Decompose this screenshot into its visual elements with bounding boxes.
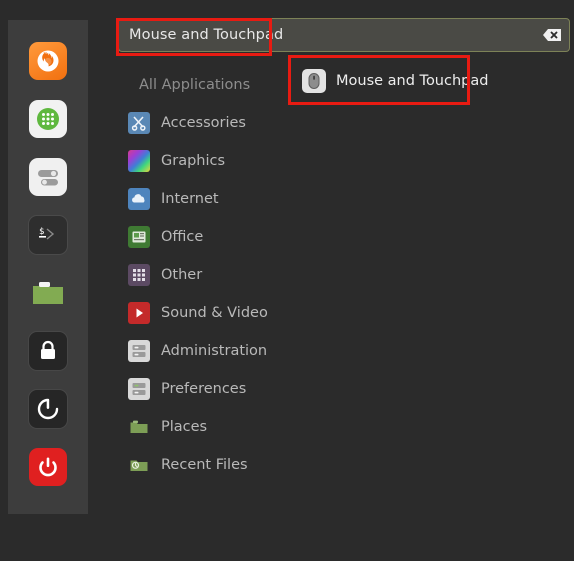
recent-files-icon (128, 454, 150, 476)
mouse-icon (302, 69, 326, 93)
graphics-icon (128, 150, 150, 172)
preferences-icon (128, 378, 150, 400)
favorites-sidebar: $ (8, 20, 88, 514)
lock-icon (28, 331, 68, 371)
category-item-administration[interactable]: Administration (122, 332, 287, 370)
category-label: Internet (161, 191, 219, 207)
category-label: Recent Files (161, 457, 248, 473)
clear-backspace-icon (543, 29, 561, 41)
internet-icon (128, 188, 150, 210)
accessories-icon (128, 112, 150, 134)
firefox-icon (29, 42, 67, 80)
category-list: All Applications Accessories Graphics In… (122, 66, 287, 484)
category-item-office[interactable]: Office (122, 218, 287, 256)
category-item-other[interactable]: Other (122, 256, 287, 294)
result-item-mouse-and-touchpad[interactable]: Mouse and Touchpad (296, 62, 488, 100)
category-label: Accessories (161, 115, 246, 131)
sound-video-icon (128, 302, 150, 324)
category-label: Other (161, 267, 203, 283)
category-label: Graphics (161, 153, 226, 169)
category-label: Administration (161, 343, 268, 359)
other-grid-icon (128, 264, 150, 286)
office-icon (128, 226, 150, 248)
search-input[interactable]: Mouse and Touchpad (119, 27, 535, 43)
result-label: Mouse and Touchpad (336, 73, 489, 89)
app-grid-icon (29, 100, 67, 138)
sidebar-item-firefox[interactable] (25, 38, 71, 84)
category-label: Places (161, 419, 208, 435)
category-item-sound-video[interactable]: Sound & Video (122, 294, 287, 332)
places-folder-icon (128, 416, 150, 438)
folder-icon (29, 274, 67, 312)
category-item-all-applications[interactable]: All Applications (122, 66, 287, 104)
logout-icon (28, 389, 68, 429)
search-box[interactable]: Mouse and Touchpad (118, 18, 570, 52)
category-item-recent-files[interactable]: Recent Files (122, 446, 287, 484)
category-label: Sound & Video (161, 305, 268, 321)
sidebar-item-logout[interactable] (25, 386, 71, 432)
category-label: Preferences (161, 381, 247, 397)
sidebar-item-settings[interactable] (25, 154, 71, 200)
category-item-graphics[interactable]: Graphics (122, 142, 287, 180)
category-item-preferences[interactable]: Preferences (122, 370, 287, 408)
category-label: Office (161, 229, 204, 245)
category-item-accessories[interactable]: Accessories (122, 104, 287, 142)
terminal-icon: $ (28, 215, 68, 255)
category-item-places[interactable]: Places (122, 408, 287, 446)
svg-text:$: $ (39, 227, 44, 237)
category-item-internet[interactable]: Internet (122, 180, 287, 218)
power-icon (29, 448, 67, 486)
administration-icon (128, 340, 150, 362)
sidebar-item-lock[interactable] (25, 328, 71, 374)
sidebar-item-terminal[interactable]: $ (25, 212, 71, 258)
sidebar-item-shutdown[interactable] (25, 444, 71, 490)
sidebar-item-applications[interactable] (25, 96, 71, 142)
settings-toggles-icon (29, 158, 67, 196)
category-label: All Applications (139, 77, 251, 93)
search-results-list: Mouse and Touchpad (296, 62, 488, 100)
sidebar-item-files[interactable] (25, 270, 71, 316)
clear-search-button[interactable] (535, 18, 569, 52)
